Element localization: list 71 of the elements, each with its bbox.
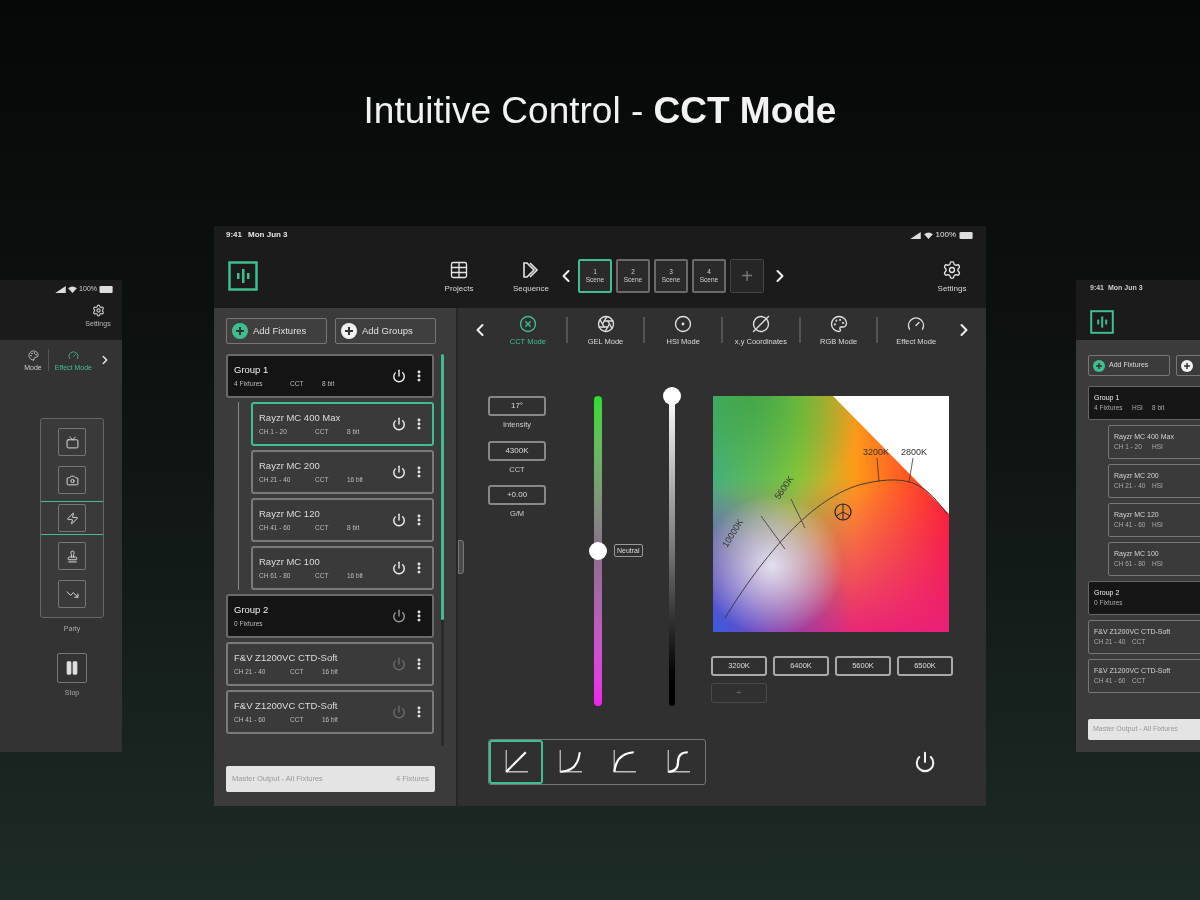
card-title: F&V Z1200VC CTD-Soft xyxy=(234,701,339,711)
plus-circle-icon xyxy=(1093,359,1105,372)
card-title: Rayzr MC 120 xyxy=(259,509,321,519)
add-groups-button[interactable]: Add Groups xyxy=(335,318,436,344)
sequence-button[interactable]: Sequence xyxy=(508,259,554,293)
logo-icon xyxy=(1090,309,1114,334)
target-icon[interactable] xyxy=(834,503,852,521)
power-icon[interactable] xyxy=(392,513,406,527)
card-title: Rayzr MC 200 xyxy=(259,461,321,471)
power-icon[interactable] xyxy=(392,561,406,575)
plus-circle-icon xyxy=(232,323,248,339)
power-icon[interactable] xyxy=(914,751,936,773)
plus-circle-icon xyxy=(341,323,357,339)
effect-option[interactable] xyxy=(41,501,103,535)
drawer-handle[interactable] xyxy=(458,540,464,574)
value-field[interactable]: 17° xyxy=(488,396,546,416)
pause-icon xyxy=(64,659,80,676)
gauge-icon xyxy=(907,314,926,333)
card-title: Group 1 xyxy=(234,365,270,375)
signal-icon xyxy=(55,285,67,293)
stop-button[interactable] xyxy=(57,652,87,683)
add-preset-button: + xyxy=(711,683,767,703)
x-circle-icon xyxy=(518,314,537,333)
gauge-icon xyxy=(67,349,79,361)
dot-circle-icon xyxy=(674,314,693,333)
stamp-icon xyxy=(65,549,79,563)
card-title: Rayzr MC 100 xyxy=(259,557,321,567)
slashed-circle-icon xyxy=(751,314,770,333)
card-title: F&V Z1200VC CTD-Soft xyxy=(234,653,339,663)
battery-icon xyxy=(959,231,974,239)
sequence-icon xyxy=(521,259,541,280)
power-icon[interactable] xyxy=(392,609,406,623)
table-icon xyxy=(449,259,469,280)
wifi-icon xyxy=(923,231,933,239)
battery-icon xyxy=(99,285,114,293)
card-title: Group 2 xyxy=(234,605,270,615)
camera-icon xyxy=(65,473,79,487)
value-field[interactable]: +0.00 xyxy=(488,485,546,505)
logo-icon xyxy=(228,261,258,291)
aperture-icon xyxy=(596,314,615,333)
tv-icon xyxy=(65,435,79,449)
headline: Intuitive Control - CCT Mode xyxy=(363,92,837,129)
value-field[interactable]: 4300K xyxy=(488,440,546,461)
curve-icon xyxy=(665,749,691,775)
palette-icon xyxy=(27,349,39,361)
wifi-icon xyxy=(68,285,78,293)
status-time: 9:41 xyxy=(226,229,242,241)
scroll-thumb[interactable] xyxy=(441,354,444,620)
power-icon[interactable] xyxy=(392,417,406,431)
battery-percent: 100% xyxy=(935,229,956,241)
slider-thumb[interactable] xyxy=(663,387,681,405)
curve-icon xyxy=(557,749,583,775)
temperature-label: 2800K xyxy=(901,447,928,457)
curve-option[interactable] xyxy=(489,740,543,784)
settings-icon xyxy=(91,303,105,317)
settings-button[interactable]: Settings xyxy=(930,259,974,293)
palette-icon xyxy=(829,314,848,333)
curve-icon xyxy=(611,749,637,775)
card-title: Rayzr MC 400 Max xyxy=(259,413,342,423)
signal-icon xyxy=(909,231,921,239)
power-icon[interactable] xyxy=(392,465,406,479)
temperature-label: 3200K xyxy=(863,447,890,457)
add-fixtures-button[interactable]: Add Fixtures xyxy=(226,318,327,344)
projects-button[interactable]: Projects xyxy=(438,259,480,293)
bolt-icon xyxy=(65,511,79,525)
plus-circle-icon xyxy=(1181,359,1193,372)
settings-icon xyxy=(942,259,962,280)
slider-thumb[interactable] xyxy=(589,542,607,560)
power-icon[interactable] xyxy=(392,369,406,383)
status-date: Mon Jun 3 xyxy=(248,229,288,241)
curve-icon xyxy=(503,749,529,775)
